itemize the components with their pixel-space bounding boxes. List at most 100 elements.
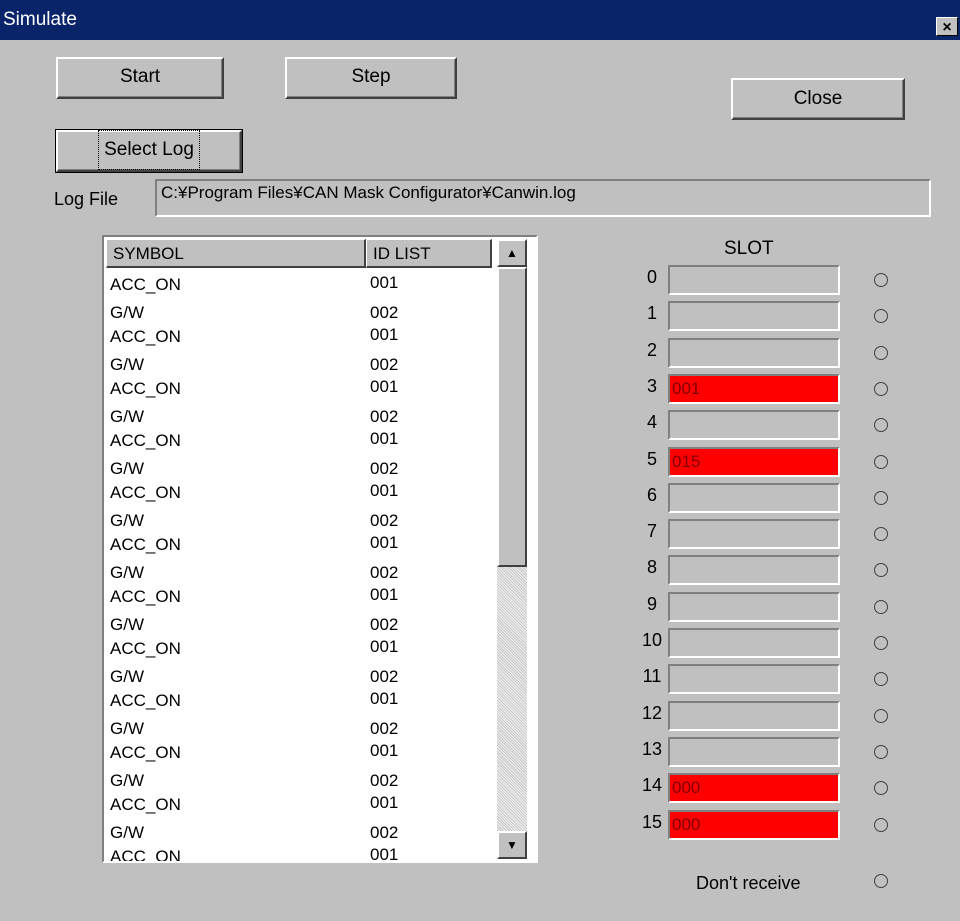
- window-title: Simulate: [3, 9, 77, 30]
- slot-value-field: [668, 592, 840, 622]
- slot-number: 13: [641, 739, 663, 759]
- list-scrollbar[interactable]: ▲ ▼: [497, 239, 527, 859]
- slot-indicator: [874, 818, 888, 832]
- slot-number: 14: [641, 775, 663, 795]
- log-list[interactable]: SYMBOL ID LIST ACC_ON 001 G/W 002 ACC_ON 001 G…: [102, 235, 538, 863]
- list-item[interactable]: G/W 002: [106, 555, 491, 582]
- start-button-label: Start: [119, 66, 161, 87]
- list-item[interactable]: ACC_ON 001: [106, 581, 491, 607]
- list-item[interactable]: G/W 002: [106, 347, 491, 374]
- symbol-cell: ACC_ON: [110, 431, 181, 450]
- list-item[interactable]: G/W 002: [106, 659, 491, 686]
- scroll-down-icon[interactable]: ▼: [497, 831, 527, 859]
- slot-value-field: [668, 483, 840, 513]
- select-log-button-label: Select Log: [98, 130, 200, 170]
- symbol-cell: ACC_ON: [110, 691, 181, 710]
- slot-indicator: [874, 491, 888, 505]
- list-item[interactable]: G/W 002: [106, 607, 491, 634]
- list-item[interactable]: ACC_ON 001: [106, 321, 491, 347]
- slot-number: 11: [642, 666, 662, 686]
- id-cell: 001: [370, 325, 399, 344]
- list-item[interactable]: ACC_ON 001: [106, 737, 491, 763]
- slot-value-field: [668, 737, 840, 767]
- slot-value-field: [668, 628, 840, 658]
- slot-value-field: 000: [668, 773, 840, 803]
- slot-indicator: [874, 418, 888, 432]
- list-item[interactable]: G/W 002: [106, 503, 491, 530]
- window-close-button[interactable]: ×: [936, 17, 958, 36]
- slot-indicator: [874, 455, 888, 469]
- list-item[interactable]: ACC_ON 001: [106, 425, 491, 451]
- slot-value-field: [668, 338, 840, 368]
- slot-number: 2: [646, 340, 657, 360]
- list-item[interactable]: G/W 002: [106, 763, 491, 790]
- scroll-up-icon[interactable]: ▲: [497, 239, 527, 267]
- id-cell: 001: [370, 481, 399, 500]
- list-item[interactable]: ACC_ON 001: [106, 789, 491, 815]
- dialog-client: Start Step Close Select Log Log File C:¥…: [10, 40, 960, 921]
- log-file-label: Log File: [54, 189, 119, 209]
- slot-indicator: [874, 672, 888, 686]
- symbol-cell: ACC_ON: [110, 743, 181, 762]
- start-button[interactable]: Start: [56, 57, 224, 99]
- symbol-cell: ACC_ON: [110, 587, 181, 606]
- slot-number: 5: [646, 449, 657, 469]
- slot-indicator: [874, 745, 888, 759]
- step-button[interactable]: Step: [285, 57, 457, 99]
- close-button[interactable]: Close: [731, 78, 905, 120]
- column-header-symbol[interactable]: SYMBOL: [106, 239, 366, 268]
- list-item[interactable]: G/W 002: [106, 711, 491, 738]
- list-item[interactable]: ACC_ON 001: [106, 529, 491, 555]
- list-item[interactable]: G/W 002: [106, 399, 491, 426]
- symbol-cell: ACC_ON: [110, 275, 181, 294]
- slot-indicator: [874, 636, 888, 650]
- list-item[interactable]: ACC_ON 001: [106, 477, 491, 503]
- slot-number: 12: [641, 703, 663, 723]
- symbol-cell: ACC_ON: [110, 535, 181, 554]
- dont-receive-indicator: [874, 874, 888, 888]
- slot-number: 9: [646, 594, 657, 614]
- symbol-cell: ACC_ON: [110, 847, 181, 863]
- list-item[interactable]: ACC_ON 001: [106, 841, 491, 863]
- slot-number: 4: [646, 412, 657, 432]
- slot-indicator: [874, 273, 888, 287]
- log-rows: ACC_ON 001 G/W 002 ACC_ON 001 G/W 002 ACC_ON 001 G…: [106, 269, 491, 863]
- list-item[interactable]: ACC_ON 001: [106, 373, 491, 399]
- slot-number: 1: [646, 303, 657, 323]
- symbol-cell: ACC_ON: [110, 327, 181, 346]
- scroll-thumb[interactable]: [497, 267, 527, 567]
- list-item[interactable]: G/W 002: [106, 815, 491, 842]
- list-item[interactable]: ACC_ON 001: [106, 269, 491, 295]
- slot-indicator: [874, 781, 888, 795]
- slot-number: 0: [646, 267, 657, 287]
- list-item[interactable]: ACC_ON 001: [106, 685, 491, 711]
- list-item[interactable]: G/W 002: [106, 451, 491, 478]
- title-bar: Simulate ×: [0, 0, 960, 40]
- slot-number: 3: [646, 376, 657, 396]
- id-cell: 001: [370, 637, 399, 656]
- slot-indicator: [874, 600, 888, 614]
- list-item[interactable]: G/W 002: [106, 295, 491, 322]
- slot-value-field: [668, 519, 840, 549]
- slot-indicator: [874, 709, 888, 723]
- dont-receive-label: Don't receive: [696, 873, 801, 893]
- slot-value-field: [668, 664, 840, 694]
- close-button-label: Close: [793, 88, 843, 109]
- select-log-button[interactable]: Select Log: [55, 129, 243, 173]
- slot-indicator: [874, 527, 888, 541]
- slot-value-field: [668, 555, 840, 585]
- column-header-id-list[interactable]: ID LIST: [366, 239, 492, 268]
- symbol-cell: ACC_ON: [110, 379, 181, 398]
- id-cell: 001: [370, 377, 399, 396]
- id-cell: 001: [370, 585, 399, 604]
- log-file-path: C:¥Program Files¥CAN Mask Configurator¥C…: [155, 179, 931, 217]
- slot-value-field: 000: [668, 810, 840, 840]
- slot-indicator: [874, 309, 888, 323]
- slot-header: SLOT: [724, 238, 774, 259]
- step-button-label: Step: [351, 66, 391, 87]
- slot-value-field: 001: [668, 374, 840, 404]
- slot-indicator: [874, 563, 888, 577]
- slot-value-field: [668, 265, 840, 295]
- slot-indicator: [874, 382, 888, 396]
- list-item[interactable]: ACC_ON 001: [106, 633, 491, 659]
